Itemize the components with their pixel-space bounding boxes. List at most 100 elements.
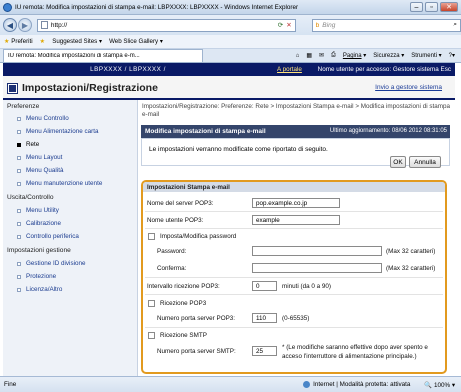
sidebar-item-label: Menu Controllo — [26, 115, 69, 122]
sidebar-item-label: Menu Layout — [26, 154, 63, 161]
bullet-icon — [17, 208, 21, 213]
sidebar-section-management: Impostazioni gestione — [7, 247, 71, 254]
edit-panel-body: Le impostazioni verranno modificate come… — [141, 138, 450, 168]
sidebar-item-alimentazione-carta[interactable]: Menu Alimentazione carta — [17, 128, 98, 135]
pop3-port-input[interactable]: 110 — [252, 313, 277, 323]
zoom-control[interactable]: 🔍 100% ▾ — [424, 381, 455, 389]
back-button[interactable]: ◀ — [3, 18, 17, 32]
divider — [145, 294, 443, 295]
bullet-icon — [17, 168, 21, 173]
maximize-button[interactable]: ▫ — [425, 2, 438, 12]
close-window-button[interactable]: ✕ — [440, 2, 458, 12]
sidebar-section-output: Uscita/Controllo — [7, 194, 54, 201]
smtp-receive-checkbox[interactable] — [148, 332, 155, 339]
portal-link[interactable]: A portale — [277, 66, 302, 73]
bullet-icon — [17, 274, 21, 279]
sidebar-item-label: Menu manutenzione utente — [26, 180, 103, 187]
address-bar[interactable]: http:// ⟳ ✕ — [36, 18, 296, 32]
favorites-button[interactable]: ★ Preferiti — [4, 38, 33, 45]
status-bar: Fine Internet | Modalità protetta: attiv… — [0, 376, 461, 392]
sidebar-item-rete[interactable]: Rete — [17, 141, 39, 148]
page-menu-label: Pagina — [342, 53, 362, 59]
smtp-port-label: Numero porta server SMTP: — [157, 348, 236, 355]
forward-button[interactable]: ▶ — [17, 18, 32, 32]
search-box[interactable]: b Bing ⌕ — [311, 18, 461, 32]
refresh-icon[interactable]: ⟳ — [278, 21, 283, 29]
edit-panel-header: Modifica impostazioni di stampa e-mail U… — [141, 125, 450, 138]
sidebar-section-preferences: Preferenze — [7, 103, 40, 110]
suggested-sites-link[interactable]: Suggested Sites ▾ — [52, 38, 102, 45]
internet-zone: Internet | Modalità protetta: attivata — [303, 381, 410, 388]
mail-admin-link[interactable]: Invio a gestore sistema — [375, 84, 442, 91]
cancel-button[interactable]: Annulla — [409, 156, 441, 168]
bullet-icon — [17, 129, 21, 134]
search-icon[interactable]: ⌕ — [453, 21, 457, 29]
smtp-port-input[interactable]: 25 — [252, 346, 277, 356]
print-icon[interactable]: ⎙ — [331, 52, 336, 59]
home-icon[interactable]: ⌂ — [296, 53, 300, 59]
page-icon — [40, 21, 48, 29]
pop3-user-input[interactable]: example — [252, 215, 340, 225]
search-placeholder: Bing — [322, 21, 336, 29]
sidebar-item-menu-qualita[interactable]: Menu Qualità — [17, 167, 63, 174]
pop3-server-input[interactable]: pop.example.co.jp — [252, 198, 340, 208]
stop-icon[interactable]: ✕ — [286, 21, 291, 29]
interval-hint: minuti (da 0 a 90) — [282, 283, 332, 290]
set-password-label: Imposta/Modifica password — [160, 233, 237, 240]
interval-label: Intervallo ricezione POP3: — [147, 283, 220, 290]
last-update: Ultimo aggiornamento: 08/06 2012 08:31:0… — [329, 128, 447, 134]
page-menu[interactable]: Pagina ▾ — [343, 52, 366, 59]
pop3-port-hint: (0-65535) — [282, 315, 310, 322]
device-bar: LBPXXXX / LBPXXXX / A portale Nome utent… — [3, 63, 455, 76]
form-section-title: Impostazioni Stampa e-mail — [143, 182, 445, 192]
divider — [145, 228, 443, 229]
sidebar-item-label: Licenza/Altro — [26, 286, 63, 293]
sidebar-item-gestione-id[interactable]: Gestione ID divisione — [17, 260, 86, 267]
sidebar-item-controllo-periferica[interactable]: Controllo periferica — [17, 233, 79, 240]
sidebar-item-label: Menu Alimentazione carta — [26, 128, 99, 135]
sidebar-item-label: Gestione ID divisione — [26, 260, 86, 267]
zone-label: Internet | Modalità protetta: attivata — [313, 381, 411, 388]
window-title: IU remota: Modifica impostazioni di stam… — [15, 3, 299, 11]
add-favorites-icon[interactable]: ★ — [40, 38, 46, 45]
pop3-server-label: Nome del server POP3: — [147, 200, 214, 207]
user-label: Nome utente per accesso: Gestore sistema… — [317, 66, 451, 73]
mail-icon[interactable]: ✉ — [319, 52, 324, 59]
interval-input[interactable]: 0 — [252, 281, 277, 291]
set-password-checkbox[interactable] — [148, 233, 155, 240]
browser-tab[interactable]: IU remota: Modifica impostazioni di stam… — [3, 49, 203, 62]
confirm-label: Conferma: — [157, 265, 187, 272]
ie-logo-icon — [3, 2, 12, 12]
sidebar: Preferenze Menu Controllo Menu Alimentaz… — [3, 100, 138, 376]
globe-icon — [303, 381, 311, 388]
ok-button[interactable]: OK — [390, 156, 406, 168]
sidebar-item-calibrazione[interactable]: Calibrazione — [17, 220, 61, 227]
bullet-icon — [17, 116, 21, 121]
suggested-sites-label: Suggested Sites — [52, 38, 98, 45]
sidebar-item-menu-layout[interactable]: Menu Layout — [17, 154, 62, 161]
sidebar-item-menu-utility[interactable]: Menu Utility — [17, 207, 59, 214]
feeds-icon[interactable]: ▦ — [306, 52, 312, 59]
smtp-note: * (Le modifiche saranno effettive dopo a… — [282, 344, 428, 360]
confirm-input[interactable] — [252, 263, 382, 273]
star-icon: ★ — [4, 38, 10, 45]
tools-menu[interactable]: Strumenti ▾ — [411, 52, 441, 59]
header-icon — [7, 83, 18, 94]
security-menu[interactable]: Sicurezza ▾ — [373, 52, 404, 59]
bullet-icon — [17, 234, 21, 239]
tab-row: IU remota: Modifica impostazioni di stam… — [0, 49, 461, 63]
bullet-icon — [17, 142, 21, 147]
sidebar-item-label: Calibrazione — [26, 220, 62, 227]
minimize-button[interactable]: – — [410, 2, 423, 12]
bullet-icon — [17, 181, 21, 186]
sidebar-item-label: Controllo periferica — [26, 233, 79, 240]
sidebar-item-manutenzione-utente[interactable]: Menu manutenzione utente — [17, 180, 102, 187]
address-toolbar: ◀ ▶ http:// ⟳ ✕ b Bing ⌕ — [0, 15, 461, 35]
sidebar-item-licenza[interactable]: Licenza/Altro — [17, 286, 62, 293]
password-input[interactable] — [252, 246, 382, 256]
sidebar-item-menu-controllo[interactable]: Menu Controllo — [17, 115, 69, 122]
web-slice-gallery-link[interactable]: Web Slice Gallery ▾ — [109, 38, 163, 45]
sidebar-item-protezione[interactable]: Protezione — [17, 273, 56, 280]
pop3-receive-checkbox[interactable] — [148, 300, 155, 307]
help-icon[interactable]: ?▾ — [449, 52, 455, 59]
